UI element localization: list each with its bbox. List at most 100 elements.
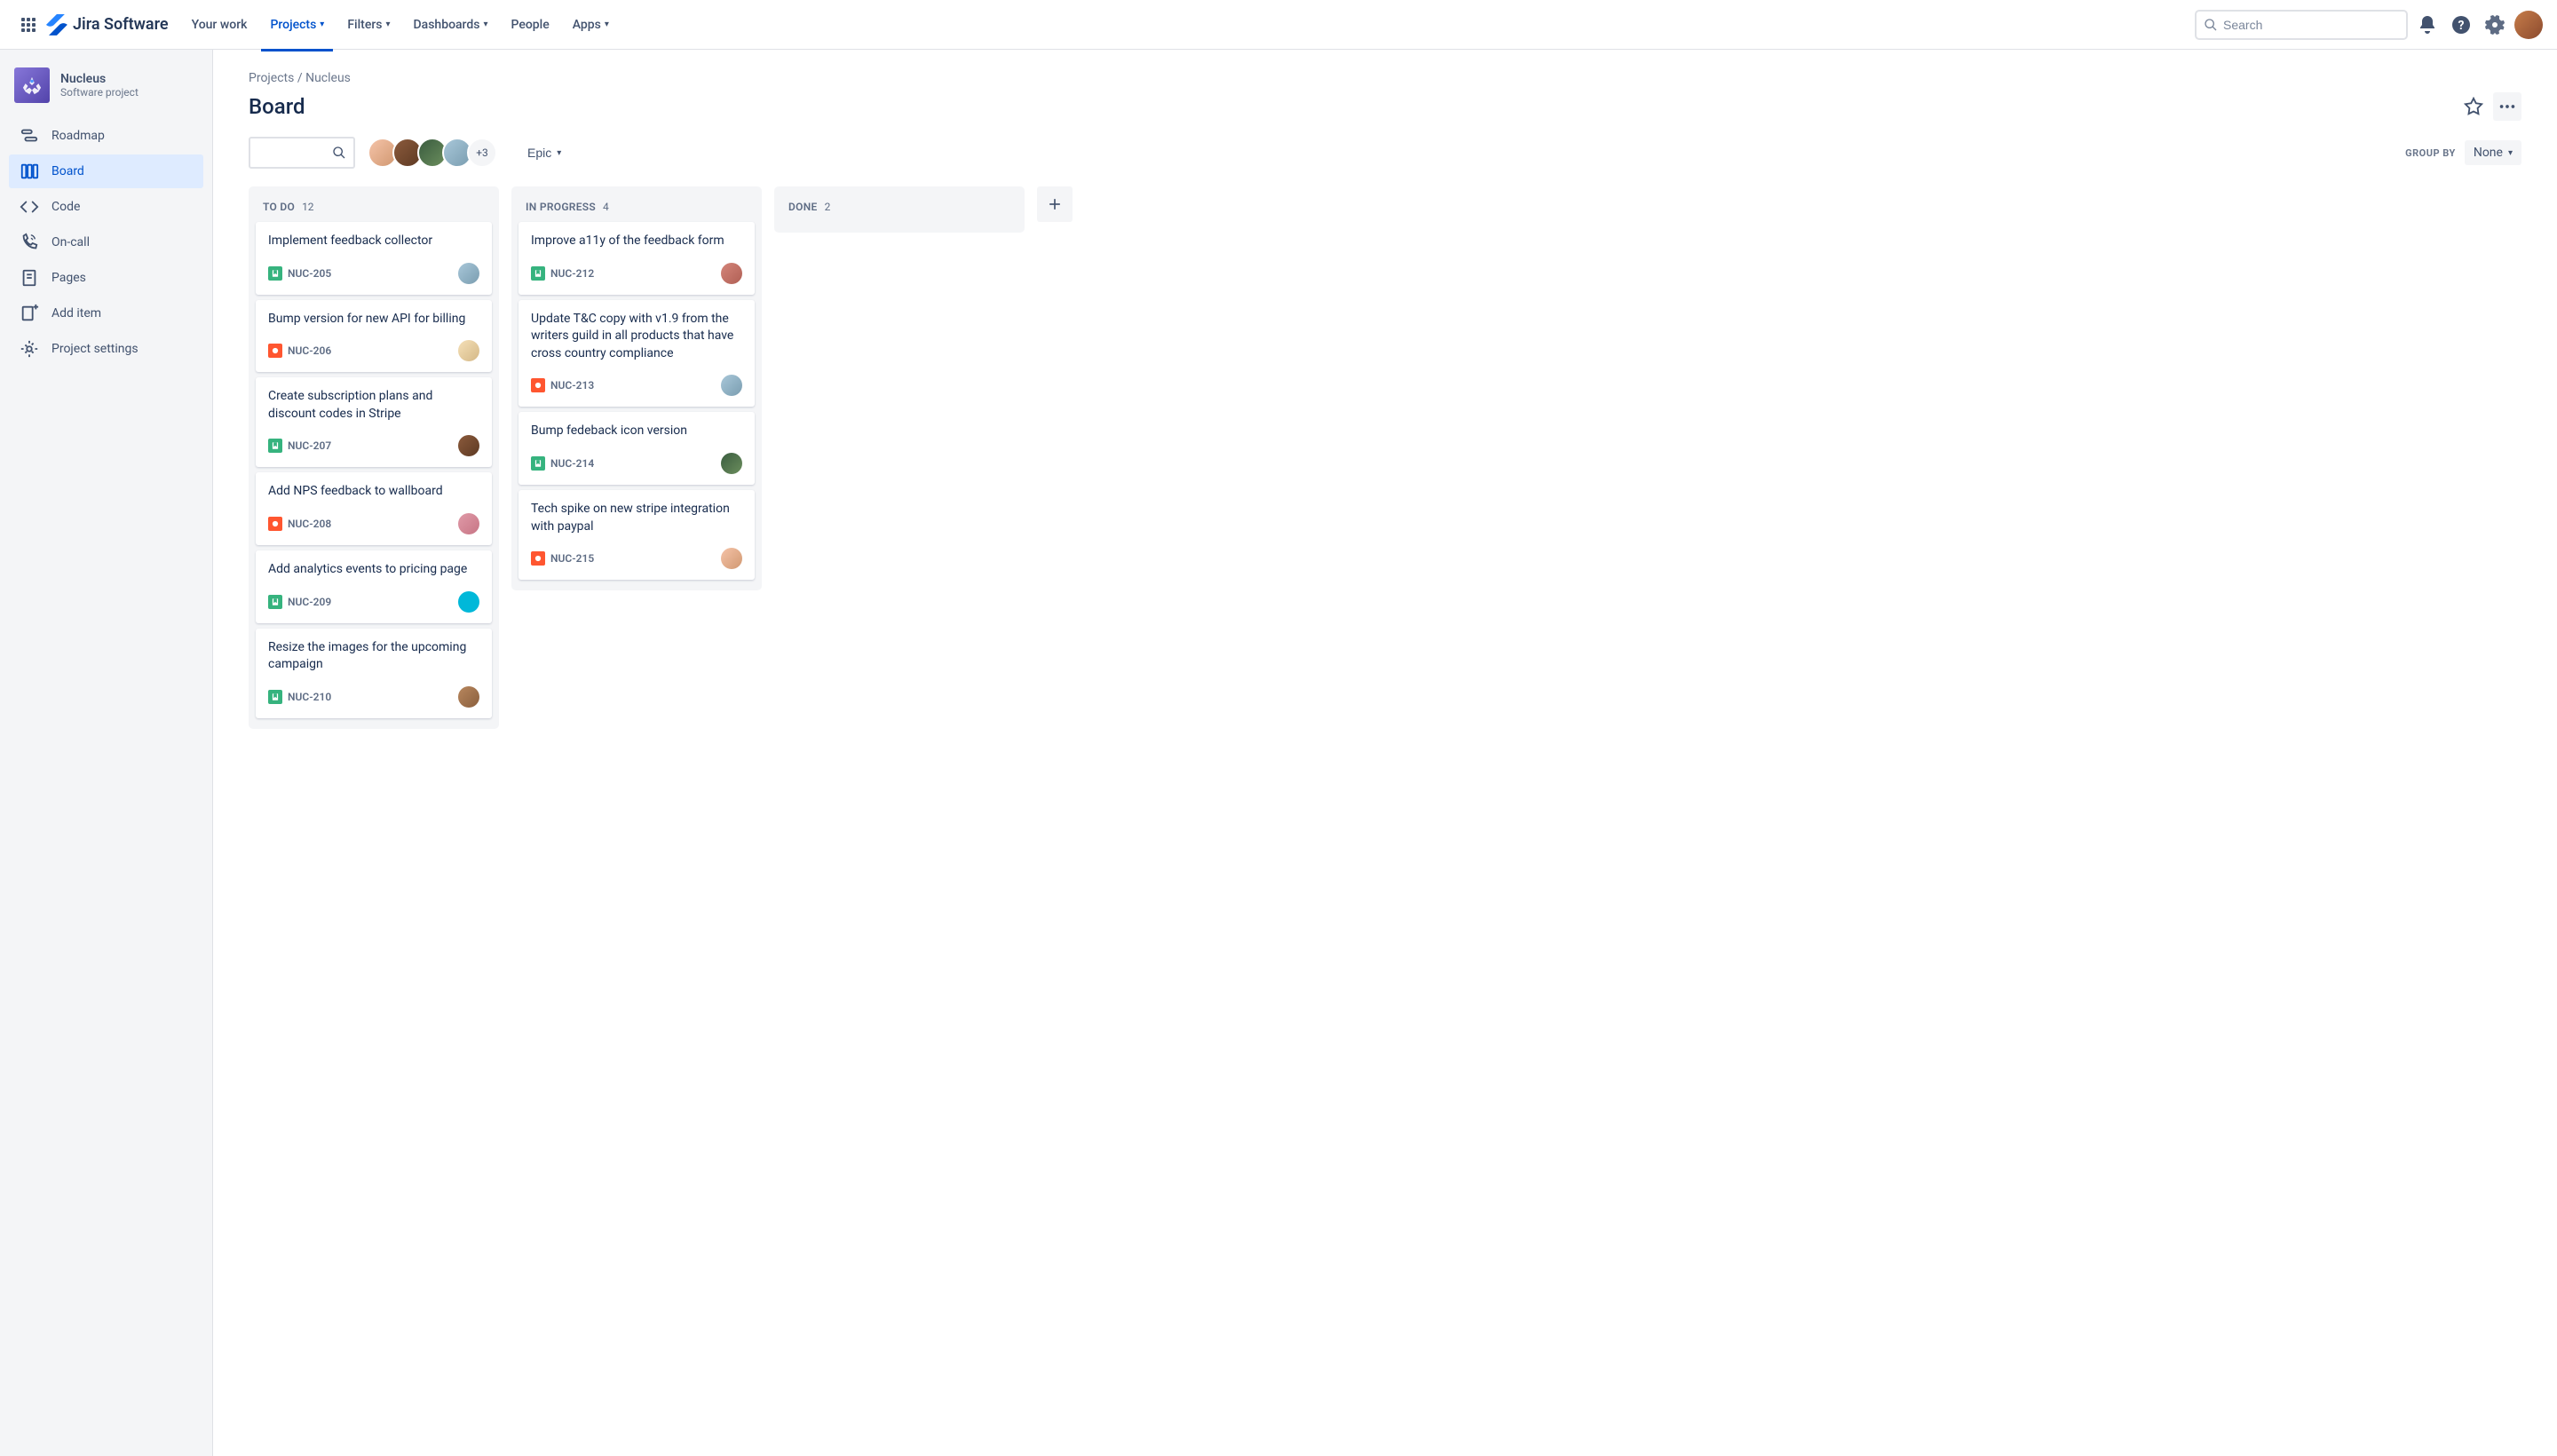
card-key: NUC-213 <box>550 379 594 392</box>
sidebar-item-board[interactable]: Board <box>9 154 203 188</box>
add-column-button[interactable] <box>1037 186 1073 222</box>
card-key: NUC-214 <box>550 457 594 470</box>
notifications-button[interactable] <box>2413 11 2442 39</box>
breadcrumb-current: Nucleus <box>305 71 351 85</box>
assignee-avatar[interactable] <box>458 263 479 284</box>
card-key: NUC-207 <box>288 439 331 452</box>
story-icon <box>268 595 282 609</box>
chevron-down-icon: ▾ <box>483 20 487 29</box>
on-call-icon <box>20 233 39 252</box>
sidebar-item-roadmap[interactable]: Roadmap <box>9 119 203 153</box>
issue-card[interactable]: Resize the images for the upcoming campa… <box>256 629 492 718</box>
nav-apps[interactable]: Apps▾ <box>564 12 618 37</box>
global-search[interactable] <box>2195 10 2408 40</box>
sidebar-item-code[interactable]: Code <box>9 190 203 224</box>
plus-icon <box>1046 195 1064 213</box>
card-title: Bump version for new API for billing <box>268 311 479 328</box>
nav-people[interactable]: People <box>503 12 558 37</box>
issue-card[interactable]: Tech spike on new stripe integration wit… <box>519 490 755 580</box>
nav-filters[interactable]: Filters▾ <box>338 12 399 37</box>
issue-card[interactable]: Add analytics events to pricing page NUC-… <box>256 550 492 623</box>
gear-icon <box>2484 14 2506 36</box>
story-icon <box>268 266 282 281</box>
page-title: Board <box>249 94 305 119</box>
bug-icon <box>268 517 282 531</box>
svg-text:?: ? <box>2458 19 2465 33</box>
assignee-avatar[interactable] <box>458 513 479 534</box>
column-header: IN PROGRESS4 <box>519 197 755 222</box>
assignee-avatar[interactable] <box>721 453 742 474</box>
column-count: 4 <box>603 201 609 213</box>
avatar-filter-more[interactable]: +3 <box>467 138 497 168</box>
sidebar-item-add-item[interactable]: Add item <box>9 297 203 330</box>
card-key: NUC-206 <box>288 344 331 357</box>
search-icon <box>332 146 346 160</box>
chevron-down-icon: ▾ <box>320 20 324 29</box>
issue-card[interactable]: Update T&C copy with v1.9 from the write… <box>519 300 755 408</box>
group-by-label: GROUP BY <box>2405 147 2456 159</box>
card-title: Improve a11y of the feedback form <box>531 233 742 250</box>
sidebar-item-on-call[interactable]: On-call <box>9 226 203 259</box>
card-title: Tech spike on new stripe integration wit… <box>531 501 742 535</box>
card-title: Add NPS feedback to wallboard <box>268 483 479 501</box>
card-title: Resize the images for the upcoming campa… <box>268 639 479 674</box>
board-icon <box>20 162 39 181</box>
search-icon <box>2204 18 2218 32</box>
bug-icon <box>531 378 545 392</box>
epic-filter-button[interactable]: Epic ▾ <box>519 140 570 165</box>
search-input[interactable] <box>2223 18 2399 32</box>
card-title: Add analytics events to pricing page <box>268 561 479 579</box>
app-switcher-button[interactable] <box>14 11 43 39</box>
project-sidebar: Nucleus Software project Roadmap Board C… <box>0 50 213 1456</box>
sidebar-item-project-settings[interactable]: Project settings <box>9 332 203 366</box>
rocket-icon <box>22 75 42 95</box>
assignee-avatar[interactable] <box>458 591 479 613</box>
card-title: Implement feedback collector <box>268 233 479 250</box>
issue-card[interactable]: Bump fedeback icon versionNUC-214 <box>519 412 755 485</box>
assignee-avatar[interactable] <box>458 340 479 361</box>
issue-card[interactable]: Create subscription plans and discount c… <box>256 377 492 467</box>
assignee-avatar[interactable] <box>458 686 479 708</box>
star-button[interactable] <box>2459 92 2488 121</box>
help-button[interactable]: ? <box>2447 11 2475 39</box>
issue-card[interactable]: Improve a11y of the feedback form NUC-212 <box>519 222 755 295</box>
help-icon: ? <box>2450 14 2472 36</box>
more-actions-button[interactable] <box>2493 92 2521 121</box>
profile-avatar[interactable] <box>2514 11 2543 39</box>
issue-card[interactable]: Implement feedback collectorNUC-205 <box>256 222 492 295</box>
nav-dashboards[interactable]: Dashboards▾ <box>405 12 497 37</box>
bug-icon <box>531 551 545 566</box>
column-title: DONE <box>788 201 818 213</box>
card-key: NUC-209 <box>288 596 331 608</box>
product-logo[interactable]: Jira Software <box>46 14 169 36</box>
chevron-down-icon: ▾ <box>2508 148 2513 158</box>
group-by-select[interactable]: None ▾ <box>2465 140 2521 165</box>
issue-card[interactable]: Add NPS feedback to wallboardNUC-208 <box>256 472 492 545</box>
column-count: 2 <box>825 201 831 213</box>
breadcrumb-link-projects[interactable]: Projects <box>249 71 294 85</box>
board-column: TO DO12Implement feedback collectorNUC-2… <box>249 186 499 729</box>
card-title: Update T&C copy with v1.9 from the write… <box>531 311 742 363</box>
project-name: Nucleus <box>60 72 139 86</box>
issue-card[interactable]: Bump version for new API for billing NUC-… <box>256 300 492 373</box>
nav-projects[interactable]: Projects▾ <box>261 12 333 37</box>
card-key: NUC-215 <box>550 552 594 565</box>
settings-button[interactable] <box>2481 11 2509 39</box>
assignee-avatar[interactable] <box>721 548 742 569</box>
board-column: IN PROGRESS4Improve a11y of the feedback… <box>511 186 762 590</box>
card-title: Create subscription plans and discount c… <box>268 388 479 423</box>
story-icon <box>268 690 282 704</box>
bell-icon <box>2417 14 2438 36</box>
assignee-avatar[interactable] <box>721 375 742 396</box>
assignee-avatar[interactable] <box>458 435 479 456</box>
pages-icon <box>20 268 39 288</box>
more-icon <box>2498 97 2517 116</box>
column-count: 12 <box>302 201 314 213</box>
card-key: NUC-212 <box>550 267 594 280</box>
apps-grid-icon <box>18 14 39 36</box>
assignee-avatar[interactable] <box>721 263 742 284</box>
board-search[interactable] <box>249 137 355 169</box>
chevron-down-icon: ▾ <box>386 20 391 29</box>
sidebar-item-pages[interactable]: Pages <box>9 261 203 295</box>
nav-your-work[interactable]: Your work <box>183 12 257 37</box>
